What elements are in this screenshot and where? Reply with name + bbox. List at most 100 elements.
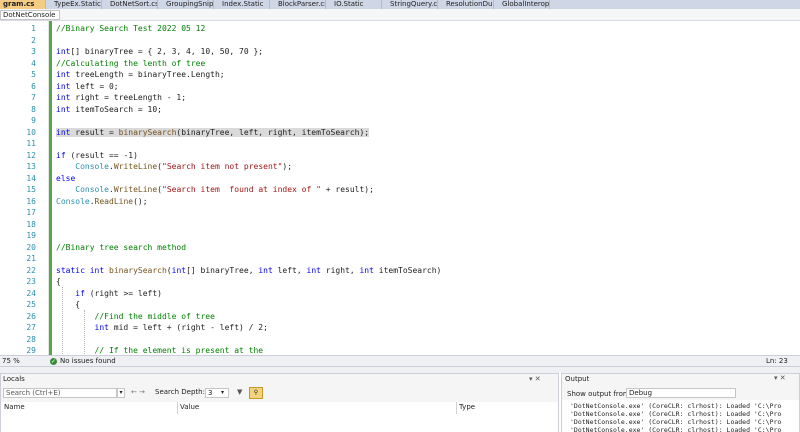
locals-pane: Locals ▾ ✕ Search (Ctrl+E) ▾ ← → Search … [0,373,559,432]
output-line: 'DotNetConsole.exe' (CoreCLR: clrhost): … [570,418,782,426]
tab-4[interactable]: Index.Static [214,0,270,9]
tab-8[interactable]: ResolutionDurability.cs [438,0,494,9]
line-number: 28 [26,334,36,344]
tab-9[interactable]: GlobalInterop.cs [494,0,550,9]
column-header-value[interactable]: Value [180,403,199,411]
code-line[interactable]: int right = treeLength - 1; [56,93,186,102]
filter-icon[interactable]: ▼ [237,388,242,396]
search-dropdown-button[interactable]: ▾ [117,388,125,398]
code-token: Console [75,162,109,171]
code-line[interactable]: if (result == -1) [56,151,138,160]
code-line[interactable]: int result = binarySearch(binaryTree, le… [56,127,370,137]
search-depth-label: Search Depth: [155,388,205,396]
column-header-name[interactable]: Name [4,403,25,411]
code-token: binarySearch [118,127,177,137]
check-icon: ✓ [50,358,57,365]
code-line[interactable]: int left = 0; [56,82,119,91]
search-depth-dropdown[interactable]: 3 [205,388,229,398]
search-nav-arrows[interactable]: ← → [131,388,145,396]
tab-3[interactable]: GroupingSnippets.cs [158,0,214,9]
code-token: WriteLine [113,185,158,194]
code-editor[interactable]: 1 2 3 4 5 6 7 8 9 10 11 12 13 14 15 16 17 18 19 20 21 22 23 24 2… [0,21,800,356]
code-token: Console [56,196,90,206]
tab-5[interactable]: BlockParser.cs [270,0,326,9]
code-token: { [56,277,61,286]
code-token: result = [70,127,119,137]
tab-6[interactable]: IO.Static [326,0,382,9]
code-line[interactable]: { [56,277,61,286]
locals-window-controls[interactable]: ▾ ✕ [529,374,541,384]
code-token: itemToSearch) [373,265,442,275]
navigation-bar: DotNetConsole [0,9,800,21]
tab-1[interactable]: TypeEx.Static [46,0,102,9]
code-line[interactable]: Console.WriteLine("Search item not prese… [56,162,292,171]
code-line[interactable]: if (right >= left) [56,289,162,298]
code-line[interactable]: int mid = left + (right - left) / 2; [56,323,268,332]
column-divider[interactable] [456,402,457,414]
code-token: right, [320,265,360,275]
tab-0[interactable]: gram.cs [0,0,46,9]
code-token: + result); [320,185,374,194]
line-number: 22 [26,265,36,275]
code-line[interactable]: Console.ReadLine(); [56,197,148,206]
code-token: int [359,265,374,275]
code-token: if [56,150,66,160]
output-source-dropdown[interactable]: Debug [626,388,736,398]
code-token: int [56,47,71,56]
code-token: left, [272,265,307,275]
change-tracking-bar [49,21,52,355]
code-line[interactable]: int itemToSearch = 10; [56,105,162,114]
locals-toolbar: Search (Ctrl+E) ▾ ← → Search Depth: 3 ▾ … [1,386,558,399]
code-line[interactable]: //Find the middle of tree [56,312,215,321]
line-number: 11 [26,139,36,148]
code-line[interactable]: { [56,300,80,309]
code-token: [] binaryTree = { 2, 3, 4, 10, 50, 70 }; [70,47,264,56]
code-line[interactable]: //Calculating the lenth of tree [56,59,205,68]
search-input[interactable]: Search (Ctrl+E) [3,388,117,398]
code-token: binarySearch [109,265,167,275]
code-line[interactable]: int treeLength = binaryTree.Length; [56,70,225,79]
code-token: int [258,265,273,275]
line-number: 4 [31,58,36,68]
code-token: (right >= left) [84,288,162,298]
column-header-type[interactable]: Type [459,403,475,411]
zoom-level[interactable]: 75 % [2,356,20,366]
output-line: 'DotNetConsole.exe' (CoreCLR: clrhost): … [570,426,782,432]
output-line: 'DotNetConsole.exe' (CoreCLR: clrhost): … [570,410,782,418]
code-line[interactable]: else [56,174,75,183]
line-number: 17 [26,208,36,217]
code-token: [] binaryTree, [186,265,259,275]
chevron-down-icon[interactable]: ▾ [221,389,224,396]
line-number: 5 [31,70,36,79]
code-line[interactable]: //Binary tree search method [56,243,186,252]
line-number: 18 [26,219,36,229]
tab-2[interactable]: DotNetSort.cs [102,0,158,9]
line-number: 3 [31,47,36,56]
code-token: right = treeLength - 1; [70,93,187,102]
code-line[interactable]: Console.WriteLine("Search item found at … [56,185,374,194]
line-number: 6 [31,81,36,91]
issues-status[interactable]: No issues found [60,356,116,366]
code-line[interactable]: // If the element is present at the [56,346,264,355]
show-output-label: Show output from: [567,390,633,398]
line-number: 27 [26,323,36,332]
column-divider[interactable] [177,402,178,414]
code-line[interactable]: //Binary Search Test 2022 05 12 [56,24,205,33]
code-line[interactable]: static int binarySearch(int[] binaryTree… [56,266,441,275]
output-text[interactable]: 'DotNetConsole.exe' (CoreCLR: clrhost): … [562,400,799,432]
project-dropdown[interactable]: DotNetConsole [0,10,60,20]
editor-status-bar: 75 % ✓ No issues found Ln: 23 [0,355,800,367]
code-line[interactable]: int[] binaryTree = { 2, 3, 4, 10, 50, 70… [56,47,263,56]
tab-7[interactable]: StringQuery.cs [382,0,438,9]
code-token: "Search item found at index of " [162,185,321,194]
code-token: int [171,265,187,275]
code-token: WriteLine [113,162,158,171]
output-window-controls[interactable]: ▾ ✕ [774,374,786,382]
code-token: //Find the middle of tree [94,311,215,321]
line-number: 26 [26,311,36,321]
document-tab-strip: gram.cs TypeEx.Static DotNetSort.cs Groupin… [0,0,800,9]
code-token: ReadLine [94,196,134,206]
pin-icon[interactable]: ⚲ [249,387,263,399]
